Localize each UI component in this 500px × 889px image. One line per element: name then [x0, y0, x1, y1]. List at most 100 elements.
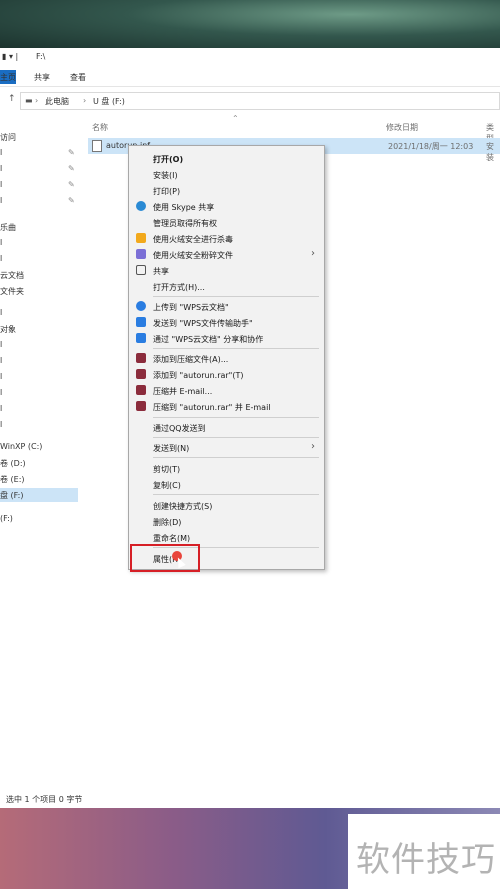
sort-chevron-icon: ⌃	[232, 114, 239, 123]
menu-item-print[interactable]: 打印(P)	[129, 183, 324, 198]
nav-item-drive-e[interactable]: 卷 (E:)	[0, 474, 25, 485]
menu-item-add-to-archive[interactable]: 添加到压缩文件(A)...	[129, 351, 324, 366]
quick-access-toolbar-icon[interactable]: ▮ ▾ |	[2, 52, 18, 61]
menu-item-label: 重命名(M)	[153, 534, 191, 543]
skype-icon	[136, 201, 146, 211]
nav-item[interactable]: 云文档	[0, 270, 24, 281]
nav-item[interactable]: l	[0, 238, 2, 247]
menu-item-copy[interactable]: 复制(C)	[129, 477, 324, 492]
status-bar: 选中 1 个项目 0 字节	[0, 790, 500, 808]
nav-item[interactable]: 乐曲	[0, 222, 16, 233]
menu-item-label: 添加到压缩文件(A)...	[153, 355, 229, 364]
address-bar: ↑ ▬ › 此电脑 › U 盘 (F:)	[0, 90, 500, 112]
menu-item-wps-share[interactable]: 通过 "WPS云文档" 分享和协作	[129, 331, 324, 346]
nav-item[interactable]: l	[0, 308, 2, 317]
nav-item[interactable]: l	[0, 372, 2, 381]
tab-home[interactable]: 主页	[0, 72, 16, 83]
nav-item[interactable]: 文件夹	[0, 286, 24, 297]
menu-item-send-to[interactable]: 发送到(N) ›	[129, 440, 324, 455]
menu-item-compress-rar-email[interactable]: 压缩到 "autorun.rar" 并 E-mail	[129, 399, 324, 414]
menu-item-take-ownership[interactable]: 管理员取得所有权	[129, 215, 324, 230]
nav-item-label: 盘 (F:)	[0, 491, 24, 500]
menu-separator	[153, 417, 319, 418]
nav-item-drive-d[interactable]: 卷 (D:)	[0, 458, 26, 469]
menu-item-cut[interactable]: 剪切(T)	[129, 461, 324, 476]
menu-item-delete[interactable]: 删除(D)	[129, 514, 324, 529]
menu-item-label: 删除(D)	[153, 518, 182, 527]
nav-item[interactable]: 对象	[0, 324, 16, 335]
file-type: 安装	[486, 142, 494, 162]
pin-icon: ✎	[68, 148, 75, 157]
menu-separator	[153, 494, 319, 495]
shred-icon	[136, 249, 146, 259]
menu-item-skype-share[interactable]: 使用 Skype 共享	[129, 199, 324, 214]
menu-item-rename[interactable]: 重命名(M)	[129, 530, 324, 545]
nav-item[interactable]: l	[0, 254, 2, 263]
winrar-icon	[136, 401, 146, 411]
wps-cloud-icon	[136, 301, 146, 311]
nav-item-drive-f[interactable]: (F:)	[0, 514, 13, 523]
menu-item-share[interactable]: 共享	[129, 263, 324, 278]
nav-item[interactable]: l	[0, 180, 2, 189]
menu-item-create-shortcut[interactable]: 创建快捷方式(S)	[129, 498, 324, 513]
menu-item-label: 使用火绒安全进行杀毒	[153, 235, 233, 244]
nav-item[interactable]: l	[0, 164, 2, 173]
huorong-icon	[136, 233, 146, 243]
menu-item-open[interactable]: 打开(O)	[129, 151, 324, 166]
menu-separator	[153, 457, 319, 458]
menu-item-label: 共享	[153, 267, 169, 276]
menu-item-label: 压缩并 E-mail...	[153, 387, 213, 396]
menu-item-send-via-qq[interactable]: 通过QQ发送到	[129, 420, 324, 435]
menu-item-wps-upload[interactable]: 上传到 "WPS云文档"	[129, 299, 324, 314]
menu-item-label: 使用火绒安全粉碎文件	[153, 251, 233, 260]
menu-item-label: 打印(P)	[153, 187, 181, 196]
pin-icon: ✎	[68, 180, 75, 189]
nav-item-drive-f-selected[interactable]: 盘 (F:)	[0, 488, 78, 502]
nav-item[interactable]: l	[0, 404, 2, 413]
breadcrumb-this-pc[interactable]: 此电脑	[45, 96, 69, 107]
nav-item[interactable]: l	[0, 388, 2, 397]
nav-item[interactable]: 访问	[0, 132, 16, 143]
menu-separator	[153, 437, 319, 438]
menu-item-label: 使用 Skype 共享	[153, 203, 215, 212]
menu-item-label: 通过QQ发送到	[153, 424, 206, 433]
file-date: 2021/1/18/周一 12:03	[388, 142, 474, 151]
status-text: 选中 1 个项目 0 字节	[6, 795, 83, 804]
nav-item[interactable]: l	[0, 340, 2, 349]
winrar-icon	[136, 369, 146, 379]
column-header-date[interactable]: 修改日期	[386, 122, 418, 133]
menu-item-label: 创建快捷方式(S)	[153, 502, 213, 511]
menu-item-label: 压缩到 "autorun.rar" 并 E-mail	[153, 403, 271, 412]
menu-item-huorong-scan[interactable]: 使用火绒安全进行杀毒	[129, 231, 324, 246]
chevron-right-icon: ›	[83, 96, 87, 105]
menu-item-label: 添加到 "autorun.rar"(T)	[153, 371, 244, 380]
menu-item-huorong-shred[interactable]: 使用火绒安全粉碎文件 ›	[129, 247, 324, 262]
menu-item-wps-send[interactable]: 发送到 "WPS文件传输助手"	[129, 315, 324, 330]
nav-item[interactable]: l	[0, 420, 2, 429]
menu-item-label: 打开方式(H)...	[153, 283, 205, 292]
nav-item-drive-c[interactable]: WinXP (C:)	[0, 442, 42, 451]
menu-item-compress-email[interactable]: 压缩并 E-mail...	[129, 383, 324, 398]
pin-icon: ✎	[68, 164, 75, 173]
address-box[interactable]: ▬ › 此电脑 › U 盘 (F:)	[20, 92, 500, 110]
breadcrumb-usb-drive[interactable]: U 盘 (F:)	[93, 96, 125, 107]
menu-separator	[153, 296, 319, 297]
nav-item[interactable]: l	[0, 148, 2, 157]
chevron-right-icon: ›	[35, 96, 39, 105]
column-header-name[interactable]: 名称	[92, 122, 108, 133]
menu-item-add-to-rar[interactable]: 添加到 "autorun.rar"(T)	[129, 367, 324, 382]
winrar-icon	[136, 353, 146, 363]
chevron-right-icon: ›	[311, 248, 315, 259]
tab-share[interactable]: 共享	[34, 72, 50, 83]
nav-item[interactable]: l	[0, 356, 2, 365]
share-icon	[136, 265, 146, 275]
menu-item-label: 复制(C)	[153, 481, 181, 490]
menu-item-install[interactable]: 安装(I)	[129, 167, 324, 182]
up-arrow-icon[interactable]: ↑	[8, 94, 16, 104]
watermark-text: 软件技巧	[356, 840, 496, 880]
nav-item[interactable]: l	[0, 196, 2, 205]
tab-view[interactable]: 查看	[70, 72, 86, 83]
chevron-right-icon: ›	[311, 441, 315, 452]
menu-item-open-with[interactable]: 打开方式(H)...	[129, 279, 324, 294]
window-title: F:\	[36, 52, 46, 61]
